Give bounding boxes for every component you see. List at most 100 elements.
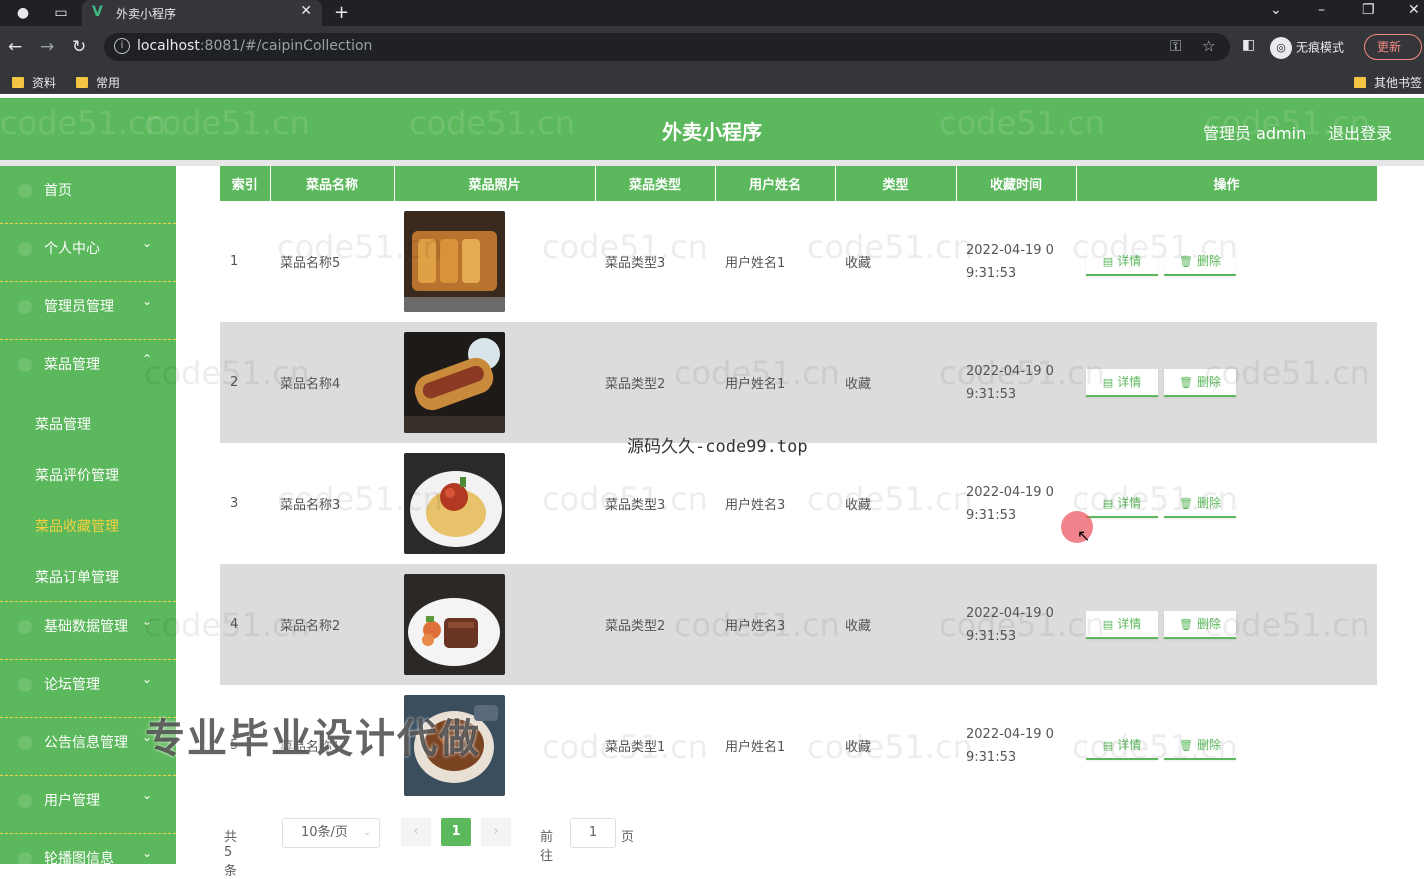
column-header[interactable]: 收藏时间 — [956, 166, 1077, 201]
close-window-icon[interactable]: ✕ — [1408, 2, 1420, 18]
sidebar-item-dish[interactable]: 菜品管理 ⌃ — [0, 340, 176, 398]
bookmark-label: 资料 — [32, 76, 57, 90]
new-tab-icon[interactable]: + — [334, 2, 349, 23]
table-row: 2 菜品名称4 菜品类型2 用户姓名1 收藏 2022-04-19 0 9:31:… — [220, 322, 1377, 443]
sidebar-subitem-dish-order[interactable]: 菜品订单管理 — [0, 551, 176, 602]
actions-cell: ▤ 详情 🗑 删除 — [1076, 685, 1377, 806]
actions-cell: ▤ 详情 🗑 删除 — [1076, 201, 1377, 322]
globe-icon[interactable]: ● — [14, 4, 32, 22]
delete-button[interactable]: 🗑 删除 — [1164, 489, 1236, 518]
record-type: 收藏 — [835, 685, 956, 806]
sidebar-item-basic-data[interactable]: 基础数据管理 ⌄ — [0, 602, 176, 660]
sidebar-item-label: 菜品管理 — [44, 357, 100, 373]
bookmark-folder[interactable]: 资料 — [12, 74, 56, 91]
delete-label: 删除 — [1196, 737, 1221, 752]
sidebar-subitem-label: 菜品收藏管理 — [35, 519, 119, 535]
dish-photo[interactable] — [404, 211, 505, 312]
column-header[interactable]: 类型 — [835, 166, 957, 201]
window-icon[interactable]: ▭ — [52, 4, 70, 22]
user-name: 用户姓名1 — [715, 685, 835, 806]
page-size-value: 10条/页 — [301, 825, 348, 840]
dish-photo[interactable] — [404, 453, 505, 554]
other-bookmarks[interactable]: 其他书签 — [1354, 74, 1422, 91]
column-header[interactable]: 操作 — [1076, 166, 1378, 201]
detail-button[interactable]: ▤ 详情 — [1086, 610, 1158, 639]
sidebar-subitem-dish-collection[interactable]: 菜品收藏管理 — [0, 500, 176, 551]
folder-icon — [1354, 77, 1366, 88]
column-header[interactable]: 菜品名称 — [270, 166, 395, 201]
column-header[interactable]: 索引 — [220, 166, 271, 201]
reload-icon[interactable]: ↻ — [72, 37, 86, 57]
delete-label: 删除 — [1196, 253, 1221, 268]
delete-label: 删除 — [1196, 374, 1221, 389]
url-path: :8081/#/caipinCollection — [199, 38, 373, 54]
back-icon[interactable]: ← — [8, 37, 22, 57]
document-icon: ▤ — [1102, 254, 1114, 268]
incognito-indicator[interactable]: ◎ 无痕模式 — [1270, 37, 1344, 59]
delete-button[interactable]: 🗑 删除 — [1164, 368, 1236, 397]
detail-button[interactable]: ▤ 详情 — [1086, 489, 1158, 518]
collect-time: 2022-04-19 0 9:31:53 — [956, 201, 1076, 322]
sidebar-item-profile[interactable]: 个人中心 ⌄ — [0, 224, 176, 282]
site-info-icon[interactable]: i — [114, 38, 130, 54]
sidebar-subitem-dish-manage[interactable]: 菜品管理 — [0, 398, 176, 449]
url-host: localhost — [137, 38, 200, 54]
folder-icon — [12, 77, 24, 88]
sidebar-item-label: 首页 — [44, 183, 72, 199]
collect-time-line: 9:31:53 — [966, 507, 1017, 523]
sidebar-item-label: 公告信息管理 — [44, 735, 128, 751]
dish-photo-cell — [394, 443, 595, 564]
sidebar-item-admin[interactable]: 管理员管理 ⌄ — [0, 282, 176, 340]
url-field[interactable]: i localhost:8081/#/caipinCollection ⚿ ☆ — [104, 33, 1230, 61]
sidebar-item-users[interactable]: 用户管理 ⌄ — [0, 776, 176, 834]
sidebar-toggle-icon[interactable]: ◧ — [1242, 37, 1255, 53]
delete-button[interactable]: 🗑 删除 — [1164, 247, 1236, 276]
detail-button[interactable]: ▤ 详情 — [1086, 731, 1158, 760]
column-header[interactable]: 菜品类型 — [595, 166, 716, 201]
restore-icon[interactable]: ❐ — [1362, 2, 1375, 18]
column-header[interactable]: 用户姓名 — [715, 166, 836, 201]
sidebar-item-home[interactable]: 首页 — [0, 166, 176, 224]
collect-time-line: 2022-04-19 0 — [966, 605, 1054, 621]
collect-time: 2022-04-19 0 9:31:53 — [956, 685, 1076, 806]
page-size-select[interactable]: 10条/页 ⌄ — [282, 818, 380, 848]
chevron-down-icon[interactable]: ⌄ — [1270, 2, 1282, 18]
forward-icon[interactable]: → — [40, 37, 54, 57]
close-tab-icon[interactable]: ✕ — [300, 3, 312, 19]
column-header[interactable]: 菜品照片 — [394, 166, 596, 201]
logout-button[interactable]: 退出登录 — [1328, 120, 1392, 144]
prev-page-button[interactable]: ‹ — [401, 818, 431, 846]
collect-time-line: 2022-04-19 0 — [966, 484, 1054, 500]
sidebar-subitem-label: 菜品管理 — [35, 417, 91, 433]
user-name: 用户姓名1 — [715, 322, 835, 443]
menu-icon — [18, 242, 32, 256]
dish-photo[interactable] — [404, 574, 505, 675]
next-page-button[interactable]: › — [481, 818, 511, 846]
detail-button[interactable]: ▤ 详情 — [1086, 247, 1158, 276]
sidebar-subitem-dish-review[interactable]: 菜品评价管理 — [0, 449, 176, 500]
minimize-icon[interactable]: – — [1318, 2, 1325, 18]
chevron-down-icon: ⌄ — [142, 614, 153, 628]
page-number-current[interactable]: 1 — [441, 818, 471, 846]
detail-label: 详情 — [1117, 495, 1142, 510]
sidebar-item-label: 个人中心 — [44, 241, 100, 257]
document-icon: ▤ — [1102, 617, 1114, 631]
key-icon[interactable]: ⚿ — [1170, 37, 1181, 55]
dish-category: 菜品类型1 — [595, 685, 715, 806]
detail-button[interactable]: ▤ 详情 — [1086, 368, 1158, 397]
browser-tab[interactable]: V 外卖小程序 ✕ — [82, 0, 322, 26]
delete-button[interactable]: 🗑 删除 — [1164, 731, 1236, 760]
dish-photo[interactable] — [404, 332, 505, 433]
detail-label: 详情 — [1117, 616, 1142, 631]
sidebar-item-label: 轮播图信息 — [44, 851, 114, 864]
update-label: 更新 — [1377, 40, 1402, 54]
goto-page-input[interactable]: 1 — [570, 818, 616, 848]
actions-cell: ▤ 详情 🗑 删除 — [1076, 564, 1377, 685]
bookmark-folder[interactable]: 常用 — [76, 74, 120, 91]
delete-button[interactable]: 🗑 删除 — [1164, 610, 1236, 639]
sidebar-item-carousel[interactable]: 轮播图信息 ⌄ — [0, 834, 176, 864]
sidebar-item-label: 管理员管理 — [44, 299, 114, 315]
star-icon[interactable]: ☆ — [1202, 37, 1215, 55]
user-name: 用户姓名3 — [715, 443, 835, 564]
update-button[interactable]: 更新 — [1364, 34, 1422, 60]
